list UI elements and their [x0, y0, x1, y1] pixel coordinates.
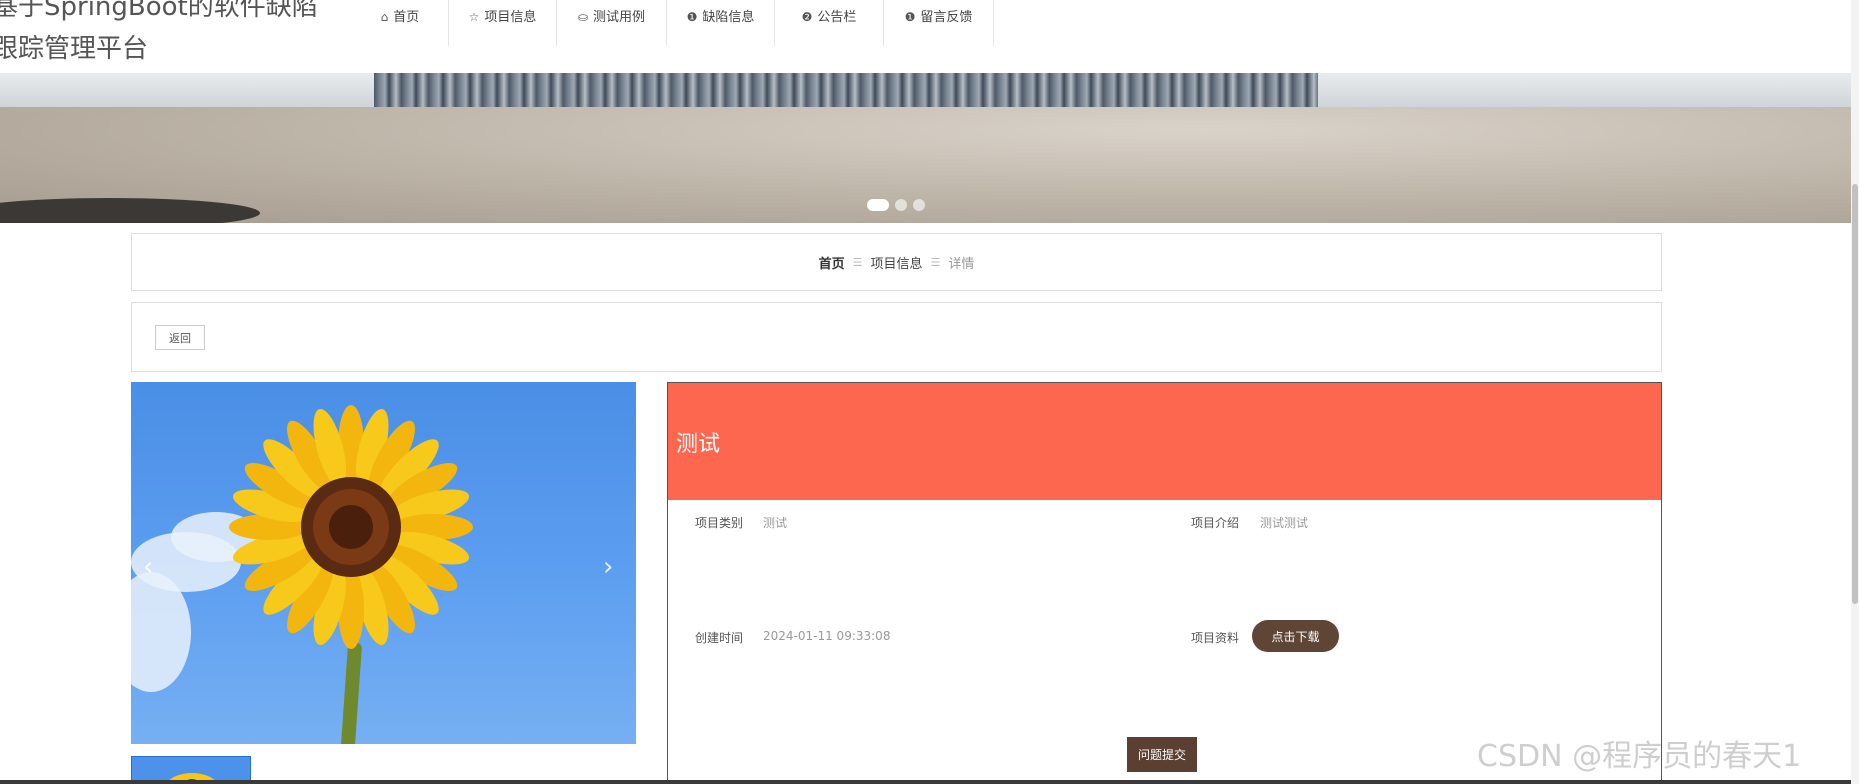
- main-nav: ⌂ 首页 ☆ 项目信息 ⛀ 测试用例 ❶ 缺陷信息 ❷ 公告栏 ❶ 留言反馈: [352, 0, 994, 46]
- submit-issue-button[interactable]: 问题提交: [1127, 737, 1197, 772]
- home-icon: ⌂: [380, 9, 389, 24]
- project-title: 测试: [676, 432, 721, 457]
- nav-item-notices[interactable]: ❷ 公告栏: [775, 0, 884, 46]
- breadcrumb: 首页 ☰ 项目信息 ☰ 详情: [131, 233, 1662, 291]
- detail-header: 测试: [668, 383, 1661, 500]
- banner-carousel[interactable]: [0, 73, 1851, 223]
- breadcrumb-separator-icon: ☰: [852, 255, 863, 269]
- breadcrumb-home[interactable]: 首页: [819, 253, 845, 272]
- site-title: 基于SpringBoot的软件缺陷跟踪管理平台: [0, 0, 318, 64]
- project-image-carousel[interactable]: ‹ ›: [131, 382, 636, 744]
- bottom-edge: [0, 780, 1851, 784]
- carousel-dot-2[interactable]: [895, 199, 907, 211]
- carousel-indicators: [867, 199, 925, 211]
- scrollbar-thumb[interactable]: [1852, 184, 1858, 604]
- carousel-prev-icon[interactable]: ‹: [143, 552, 153, 582]
- bag-icon: ⛀: [577, 9, 589, 24]
- scrollbar[interactable]: [1851, 0, 1859, 784]
- intro-label: 项目介绍: [1191, 516, 1240, 530]
- carousel-dot-1[interactable]: [867, 199, 889, 211]
- breadcrumb-projects[interactable]: 项目信息: [870, 253, 922, 272]
- intro-value: 测试测试: [1260, 516, 1309, 530]
- category-value: 测试: [763, 516, 788, 530]
- info-icon: ❶: [904, 9, 916, 24]
- page-root: 基于SpringBoot的软件缺陷跟踪管理平台 ⌂ 首页 ☆ 项目信息 ⛀ 测试用例 …: [0, 0, 1859, 784]
- alert-icon: ❶: [686, 9, 698, 24]
- back-button[interactable]: 返回: [155, 325, 205, 350]
- star-icon: ☆: [468, 9, 480, 24]
- breadcrumb-current: 详情: [948, 256, 975, 272]
- created-value: 2024-01-11 09:33:08: [763, 629, 891, 643]
- nav-item-feedback[interactable]: ❶ 留言反馈: [884, 0, 994, 46]
- sunflower-illustration: [229, 405, 473, 649]
- banner-skyline: [374, 73, 1318, 107]
- download-button[interactable]: 点击下载: [1252, 620, 1339, 652]
- category-label: 项目类别: [695, 516, 744, 530]
- nav-item-label: 留言反馈: [920, 9, 973, 25]
- project-detail-panel: 测试 项目类别 测试 项目介绍 测试测试 创建时间 2024-01-11 09:…: [667, 382, 1662, 784]
- nav-item-label: 首页: [393, 9, 420, 25]
- nav-item-home[interactable]: ⌂ 首页: [352, 0, 449, 46]
- nav-item-projects[interactable]: ☆ 项目信息: [449, 0, 557, 46]
- nav-item-label: 缺陷信息: [702, 9, 755, 25]
- created-label: 创建时间: [695, 631, 744, 645]
- nav-item-label: 公告栏: [817, 9, 857, 25]
- banner-plaza: [0, 107, 1851, 223]
- watermark: CSDN @程序员的春天1: [1477, 739, 1802, 774]
- nav-item-test-cases[interactable]: ⛀ 测试用例: [557, 0, 667, 46]
- question-icon: ❷: [801, 9, 813, 24]
- nav-item-defects[interactable]: ❶ 缺陷信息: [667, 0, 775, 46]
- carousel-dot-3[interactable]: [913, 199, 925, 211]
- nav-item-label: 项目信息: [484, 9, 537, 25]
- carousel-next-icon[interactable]: ›: [603, 552, 613, 582]
- nav-item-label: 测试用例: [593, 9, 646, 25]
- breadcrumb-separator-icon: ☰: [930, 255, 941, 269]
- action-bar: 返回: [131, 302, 1662, 372]
- material-label: 项目资料: [1191, 631, 1240, 645]
